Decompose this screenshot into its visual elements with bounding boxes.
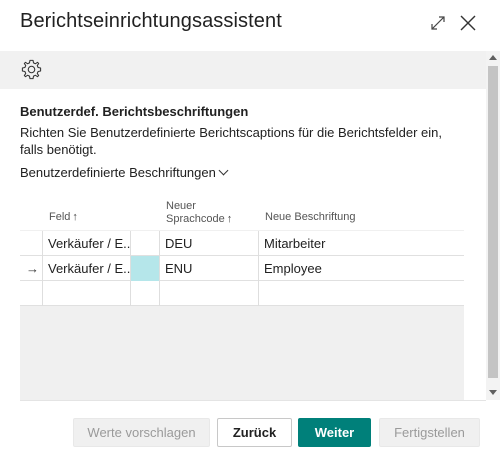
- table-row[interactable]: Verkäufer / E... DEU Mitarbeiter: [20, 231, 464, 256]
- column-header-new-caption[interactable]: Neue Beschriftung: [265, 211, 356, 224]
- action-toolbar: [0, 51, 486, 89]
- row-marker[interactable]: [20, 231, 43, 256]
- cell-caption[interactable]: [259, 281, 464, 306]
- chevron-down-icon: [218, 165, 229, 176]
- cell-spacer[interactable]: [131, 281, 160, 306]
- next-button[interactable]: Weiter: [298, 418, 371, 447]
- suggest-values-button[interactable]: Werte vorschlagen: [73, 418, 210, 447]
- cell-spacer-selected[interactable]: [131, 256, 160, 281]
- table-row[interactable]: [20, 281, 464, 306]
- dropdown-label: Benutzerdefinierte Beschriftungen: [20, 165, 216, 180]
- custom-captions-dropdown[interactable]: Benutzerdefinierte Beschriftungen: [20, 165, 229, 180]
- footer-divider: [20, 400, 486, 401]
- scroll-up-arrow-icon[interactable]: [489, 55, 497, 60]
- cell-language-code[interactable]: DEU: [160, 231, 259, 256]
- close-icon[interactable]: [459, 14, 477, 32]
- cell-caption[interactable]: Employee: [259, 256, 464, 281]
- section-title: Benutzerdef. Berichtsbeschriftungen: [20, 104, 249, 119]
- gear-icon[interactable]: [20, 58, 43, 81]
- scroll-down-arrow-icon[interactable]: [489, 390, 497, 395]
- sort-ascending-icon: ↑: [72, 211, 78, 223]
- sort-ascending-icon: ↑: [226, 213, 233, 225]
- table-row[interactable]: → Verkäufer / E... ENU Employee: [20, 256, 464, 281]
- finish-button[interactable]: Fertigstellen: [379, 418, 480, 447]
- column-header-field[interactable]: Feld ↑: [49, 211, 78, 224]
- row-marker[interactable]: [20, 281, 43, 306]
- dialog-title: Berichtseinrichtungsassistent: [20, 10, 282, 32]
- scroll-thumb[interactable]: [488, 66, 498, 378]
- section-description: Richten Sie Benutzerdefinierte Berichtsc…: [20, 125, 442, 157]
- cell-field[interactable]: Verkäufer / E...: [43, 256, 131, 281]
- cell-spacer[interactable]: [131, 231, 160, 256]
- back-button[interactable]: Zurück: [217, 418, 292, 447]
- dialog-title-bar: Berichtseinrichtungsassistent: [0, 0, 500, 50]
- expand-icon[interactable]: [430, 15, 446, 31]
- cell-caption[interactable]: Mitarbeiter: [259, 231, 464, 256]
- cell-language-code[interactable]: [160, 281, 259, 306]
- cell-field[interactable]: [43, 281, 131, 306]
- cell-field[interactable]: Verkäufer / E...: [43, 231, 131, 256]
- row-arrow-icon[interactable]: →: [20, 256, 43, 281]
- cell-language-code[interactable]: ENU: [160, 256, 259, 281]
- column-header-new-language-code[interactable]: Neuer Sprachcode ↑: [166, 200, 232, 226]
